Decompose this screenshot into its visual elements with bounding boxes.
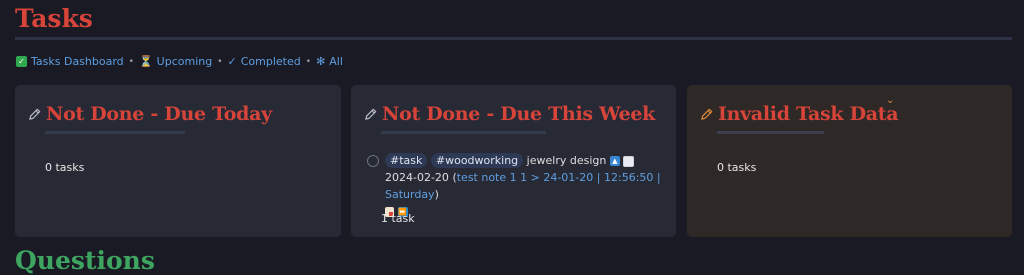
task-checkbox[interactable] <box>367 155 379 167</box>
check-box-icon: ✓ <box>16 56 27 67</box>
snowflake-icon: ✻ <box>316 55 326 68</box>
close-paren: ) <box>434 188 439 201</box>
priority-up-icon: ▲ <box>609 156 620 166</box>
pencil-icon[interactable] <box>699 107 714 122</box>
hourglass-icon: ⏳ <box>138 55 153 68</box>
backlink-day[interactable]: Saturday <box>385 188 435 201</box>
task-item: #task #woodworking jewelry design ▲ 2024… <box>367 152 667 220</box>
nav-all[interactable]: All <box>329 55 343 68</box>
card-invalid-task-data: Invalid Task Data ⌄ 0 tasks <box>687 85 1012 237</box>
task-due-date: 2024-02-20 <box>385 171 449 184</box>
task-description: jewelry design <box>526 154 607 167</box>
title-divider <box>15 37 1012 40</box>
tag-woodworking[interactable]: #woodworking <box>430 153 524 168</box>
task-count: 0 tasks <box>717 161 757 174</box>
calendar-icon <box>623 155 635 167</box>
backlink-time[interactable]: 12:56:50 <box>604 171 653 184</box>
chevron-down-icon[interactable]: ⌄ <box>886 95 894 106</box>
task-count: 1 task <box>381 212 415 225</box>
nav-upcoming[interactable]: Upcoming <box>157 55 213 68</box>
nav-separator: • <box>305 56 312 67</box>
card-due-this-week: Not Done - Due This Week #task #woodwork… <box>351 85 676 237</box>
pencil-icon[interactable] <box>27 107 42 122</box>
card-title: Invalid Task Data <box>718 103 899 125</box>
card-due-today: Not Done - Due Today 0 tasks <box>15 85 341 237</box>
pipe-separator: | <box>596 171 601 184</box>
card-title: Not Done - Due Today <box>46 103 272 125</box>
nav-tasks-dashboard[interactable]: Tasks Dashboard <box>31 55 124 68</box>
section-heading-questions: Questions <box>15 246 155 275</box>
task-count: 0 tasks <box>45 161 85 174</box>
page-title: Tasks <box>15 4 93 33</box>
nav-completed[interactable]: Completed <box>241 55 301 68</box>
backlink-note[interactable]: test note 1 1 > 24-01-20 <box>457 171 594 184</box>
card-title: Not Done - Due This Week <box>382 103 656 125</box>
pencil-icon[interactable] <box>363 107 378 122</box>
check-mark-icon: ✓ <box>227 55 237 68</box>
task-nav: ✓ Tasks Dashboard • ⏳ Upcoming • ✓ Compl… <box>16 55 343 68</box>
pipe-separator: | <box>656 171 661 184</box>
nav-separator: • <box>217 56 223 67</box>
card-title-underline <box>45 131 185 134</box>
nav-separator: • <box>128 56 134 67</box>
card-title-underline <box>381 131 546 134</box>
card-title-underline <box>717 131 824 134</box>
tag-task[interactable]: #task <box>385 153 428 168</box>
